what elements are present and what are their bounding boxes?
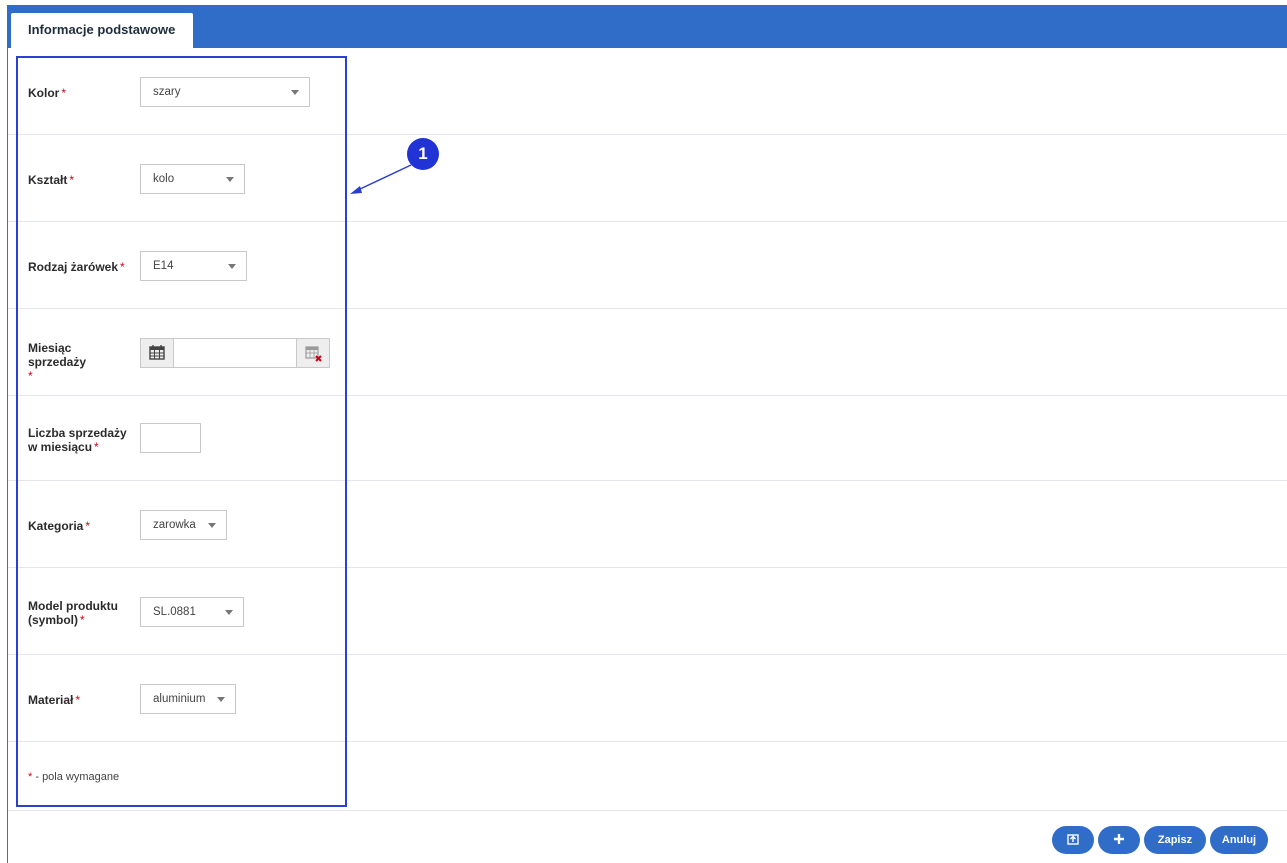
tab-bar: Informacje podstawowe	[7, 5, 1287, 48]
chevron-down-icon	[226, 177, 234, 182]
calendar-button[interactable]	[141, 339, 174, 367]
form-row-miesiac: Miesiąc sprzedaży *	[8, 309, 1287, 396]
form-row-material: Materiał * aluminium	[8, 655, 1287, 742]
chevron-down-icon	[291, 90, 299, 95]
material-label: Materiał *	[28, 693, 81, 707]
back-button[interactable]	[1052, 826, 1094, 854]
model-select[interactable]: SL.0881	[140, 597, 244, 627]
form-row-kategoria: Kategoria * zarowka	[8, 481, 1287, 568]
kategoria-label: Kategoria *	[28, 519, 91, 533]
save-button[interactable]: Zapisz	[1144, 826, 1206, 854]
rodzaj-select[interactable]: E14	[140, 251, 247, 281]
liczba-label: Liczba sprzedaży w miesiącu *	[28, 426, 127, 454]
form-row-liczba: Liczba sprzedaży w miesiącu *	[8, 396, 1287, 481]
miesiac-input[interactable]	[175, 340, 299, 366]
miesiac-date-field	[140, 338, 330, 368]
kolor-label: Kolor *	[28, 86, 67, 100]
liczba-input[interactable]	[140, 423, 201, 453]
clear-date-button[interactable]	[296, 339, 329, 367]
chevron-down-icon	[225, 610, 233, 615]
plus-icon	[1114, 834, 1124, 845]
required-fields-note: * - pola wymagane	[28, 771, 120, 783]
rodzaj-label: Rodzaj żarówek *	[28, 260, 125, 274]
calendar-clear-icon	[305, 346, 322, 362]
tab-informacje-podstawowe[interactable]: Informacje podstawowe	[11, 13, 194, 48]
form-row-footnote	[8, 742, 1287, 811]
form-row-ksztalt: Kształt * kolo	[8, 135, 1287, 222]
form-row-rodzaj: Rodzaj żarówek * E14	[8, 222, 1287, 309]
kategoria-select[interactable]: zarowka	[140, 510, 227, 540]
miesiac-label: Miesiąc sprzedaży *	[28, 341, 87, 383]
back-icon	[1067, 834, 1079, 845]
material-select[interactable]: aluminium	[140, 684, 236, 714]
ksztalt-select[interactable]: kolo	[140, 164, 245, 194]
calendar-icon	[149, 345, 165, 360]
add-button[interactable]	[1098, 826, 1140, 854]
kolor-select[interactable]: szary	[140, 77, 310, 107]
chevron-down-icon	[217, 697, 225, 702]
form-row-model: Model produktu (symbol) * SL.0881	[8, 568, 1287, 655]
form-row-kolor: Kolor * szary	[8, 48, 1287, 135]
cancel-button[interactable]: Anuluj	[1210, 826, 1268, 854]
chevron-down-icon	[228, 264, 236, 269]
chevron-down-icon	[208, 523, 216, 528]
model-label: Model produktu (symbol) *	[28, 599, 118, 627]
annotation-marker: 1	[407, 138, 439, 170]
ksztalt-label: Kształt *	[28, 173, 75, 187]
